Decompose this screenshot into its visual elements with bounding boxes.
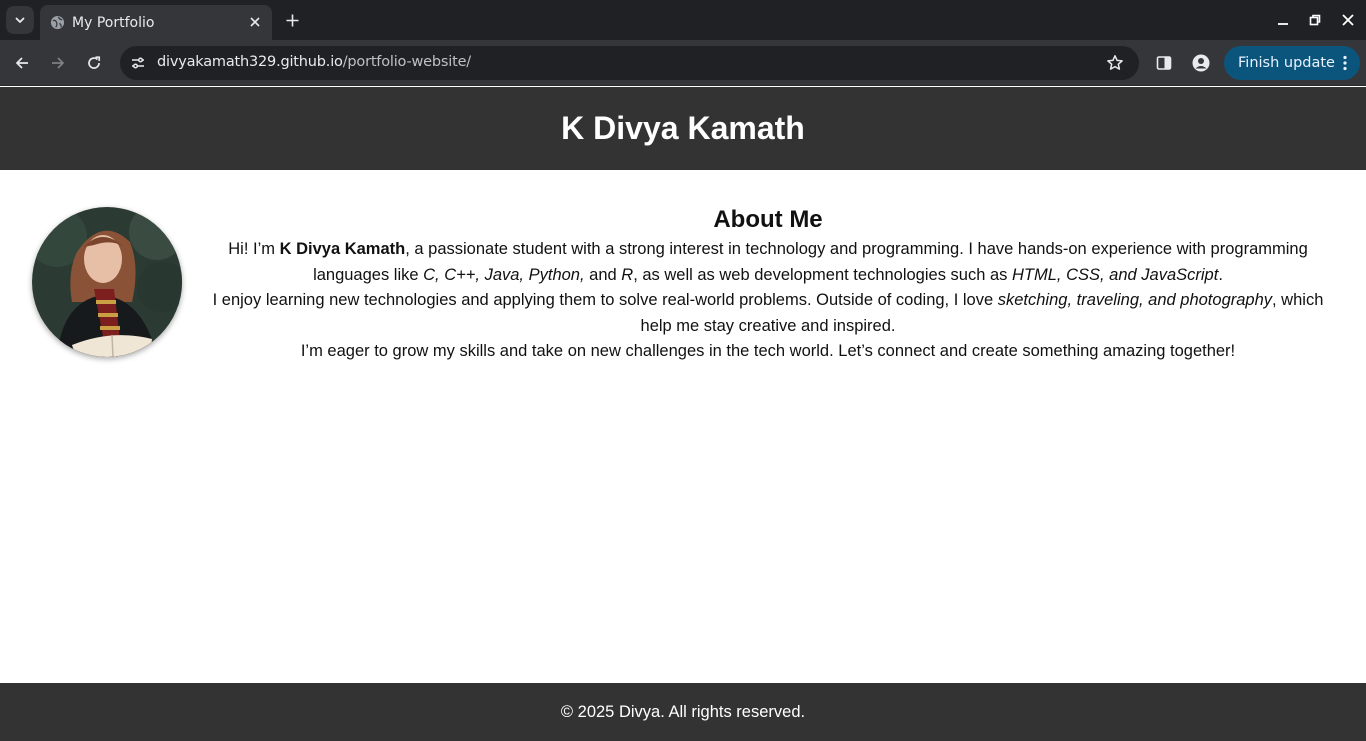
url-host: divyakamath329.github.io — [157, 54, 343, 70]
chevron-down-icon — [15, 17, 25, 23]
languages-list: C, C++, Java, Python, — [423, 265, 585, 284]
close-icon — [1342, 14, 1354, 26]
tab-title: My Portfolio — [72, 14, 155, 31]
close-tab-icon[interactable] — [246, 13, 264, 31]
copyright-text: © 2025 Divya. All rights reserved. — [560, 702, 806, 721]
reload-icon — [88, 56, 101, 69]
about-paragraph-3: I’m eager to grow my skills and take on … — [300, 342, 1236, 360]
new-tab-button[interactable] — [281, 9, 303, 31]
tab-search-button[interactable] — [6, 6, 34, 34]
url-path: /portfolio-website/ — [342, 54, 471, 70]
browser-toolbar: divyakamath329.github.io/portfolio-websi… — [0, 40, 1366, 86]
minimize-button[interactable] — [1274, 11, 1292, 29]
forward-button[interactable] — [46, 51, 70, 75]
arrow-right-icon — [52, 57, 65, 69]
profile-photo — [32, 207, 182, 357]
globe-icon — [49, 15, 65, 31]
back-button[interactable] — [10, 51, 34, 75]
tab-my-portfolio[interactable]: My Portfolio — [40, 5, 272, 40]
text: . — [1218, 265, 1223, 284]
account-icon — [1192, 54, 1210, 72]
restore-icon — [1309, 14, 1321, 26]
finish-update-label: Finish update — [1238, 55, 1335, 71]
tab-strip: My Portfolio — [0, 0, 1366, 40]
hobbies-list: sketching, traveling, and photography — [997, 291, 1273, 309]
plus-icon — [286, 14, 298, 26]
arrow-left-icon — [15, 57, 28, 69]
url-text: divyakamath329.github.io/portfolio-websi… — [157, 54, 471, 70]
language-r: R — [621, 265, 634, 284]
more-vert-icon — [1343, 55, 1347, 71]
profile-button[interactable] — [1189, 51, 1213, 75]
text: , as well as web development technologie… — [633, 265, 1012, 284]
site-header: K Divya Kamath — [0, 87, 1366, 170]
about-section: About Me Hi! I’m K Divya Kamath, a passi… — [200, 203, 1336, 365]
text: Hi! I’m — [228, 240, 280, 258]
address-bar[interactable]: divyakamath329.github.io/portfolio-websi… — [120, 46, 1139, 80]
side-panel-button[interactable] — [1152, 51, 1176, 75]
side-panel-icon — [1156, 56, 1172, 70]
about-paragraph-2: I enjoy learning new technologies and ap… — [200, 288, 1336, 339]
web-tech-list: HTML, CSS, and JavaScript — [1012, 265, 1219, 284]
reload-button[interactable] — [82, 51, 106, 75]
author-name: K Divya Kamath — [279, 240, 406, 258]
bookmark-star-icon[interactable] — [1105, 53, 1125, 73]
page-title: K Divya Kamath — [561, 110, 805, 146]
text: I enjoy learning new technologies and ap… — [212, 291, 998, 309]
text: and — [584, 265, 622, 284]
about-paragraph-1: Hi! I’m K Divya Kamath, a passionate stu… — [200, 237, 1336, 288]
close-window-button[interactable] — [1339, 11, 1357, 29]
site-footer: © 2025 Divya. All rights reserved. — [0, 683, 1366, 741]
tune-icon — [132, 57, 144, 69]
site-info-button[interactable] — [126, 51, 150, 75]
about-heading: About Me — [713, 206, 823, 233]
finish-update-button[interactable]: Finish update — [1224, 46, 1360, 80]
restore-button[interactable] — [1306, 11, 1324, 29]
minimize-icon — [1278, 23, 1288, 25]
